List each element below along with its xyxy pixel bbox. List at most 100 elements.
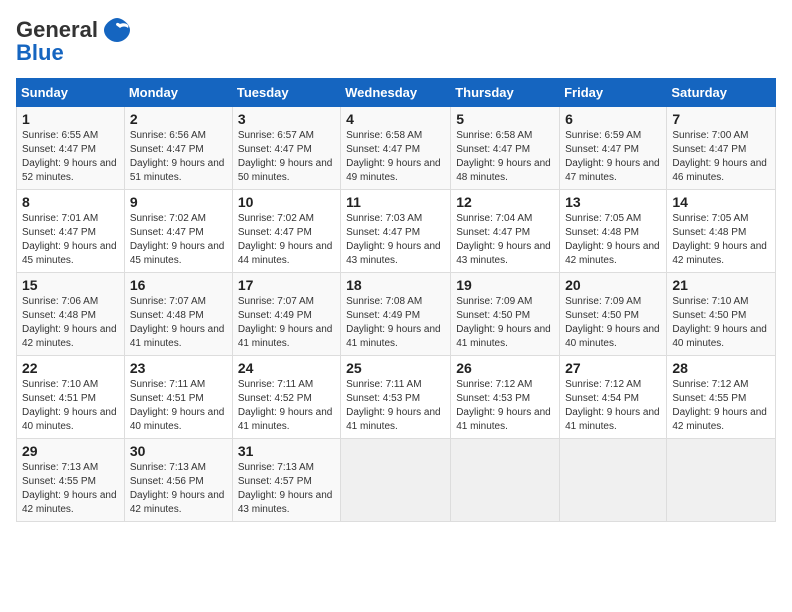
day-info: Sunrise: 7:09 AMSunset: 4:50 PMDaylight:…: [565, 296, 660, 349]
day-info: Sunrise: 7:13 AMSunset: 4:57 PMDaylight:…: [238, 462, 333, 515]
table-row: 29 Sunrise: 7:13 AMSunset: 4:55 PMDaylig…: [17, 439, 125, 522]
day-number: 17: [238, 277, 335, 293]
day-number: 16: [130, 277, 227, 293]
col-thursday: Thursday: [451, 79, 560, 107]
table-row: 13 Sunrise: 7:05 AMSunset: 4:48 PMDaylig…: [560, 190, 667, 273]
table-row: 15 Sunrise: 7:06 AMSunset: 4:48 PMDaylig…: [17, 273, 125, 356]
col-sunday: Sunday: [17, 79, 125, 107]
table-row: [451, 439, 560, 522]
table-row: 10 Sunrise: 7:02 AMSunset: 4:47 PMDaylig…: [232, 190, 340, 273]
day-number: 18: [346, 277, 445, 293]
table-row: 31 Sunrise: 7:13 AMSunset: 4:57 PMDaylig…: [232, 439, 340, 522]
calendar-week-row: 22 Sunrise: 7:10 AMSunset: 4:51 PMDaylig…: [17, 356, 776, 439]
table-row: 27 Sunrise: 7:12 AMSunset: 4:54 PMDaylig…: [560, 356, 667, 439]
day-number: 19: [456, 277, 554, 293]
day-info: Sunrise: 7:11 AMSunset: 4:51 PMDaylight:…: [130, 379, 225, 432]
day-info: Sunrise: 7:08 AMSunset: 4:49 PMDaylight:…: [346, 296, 441, 349]
day-info: Sunrise: 7:13 AMSunset: 4:56 PMDaylight:…: [130, 462, 225, 515]
calendar-header-row: Sunday Monday Tuesday Wednesday Thursday…: [17, 79, 776, 107]
table-row: 28 Sunrise: 7:12 AMSunset: 4:55 PMDaylig…: [667, 356, 776, 439]
day-info: Sunrise: 7:04 AMSunset: 4:47 PMDaylight:…: [456, 213, 551, 266]
col-friday: Friday: [560, 79, 667, 107]
table-row: 2 Sunrise: 6:56 AMSunset: 4:47 PMDayligh…: [124, 107, 232, 190]
table-row: 6 Sunrise: 6:59 AMSunset: 4:47 PMDayligh…: [560, 107, 667, 190]
day-info: Sunrise: 6:56 AMSunset: 4:47 PMDaylight:…: [130, 130, 225, 183]
day-info: Sunrise: 7:03 AMSunset: 4:47 PMDaylight:…: [346, 213, 441, 266]
day-number: 23: [130, 360, 227, 376]
day-number: 28: [672, 360, 770, 376]
day-number: 3: [238, 111, 335, 127]
day-info: Sunrise: 7:02 AMSunset: 4:47 PMDaylight:…: [130, 213, 225, 266]
table-row: [667, 439, 776, 522]
day-info: Sunrise: 7:06 AMSunset: 4:48 PMDaylight:…: [22, 296, 117, 349]
day-number: 20: [565, 277, 661, 293]
day-number: 13: [565, 194, 661, 210]
table-row: 12 Sunrise: 7:04 AMSunset: 4:47 PMDaylig…: [451, 190, 560, 273]
calendar-week-row: 15 Sunrise: 7:06 AMSunset: 4:48 PMDaylig…: [17, 273, 776, 356]
day-info: Sunrise: 7:07 AMSunset: 4:49 PMDaylight:…: [238, 296, 333, 349]
table-row: 21 Sunrise: 7:10 AMSunset: 4:50 PMDaylig…: [667, 273, 776, 356]
calendar-week-row: 1 Sunrise: 6:55 AMSunset: 4:47 PMDayligh…: [17, 107, 776, 190]
table-row: 16 Sunrise: 7:07 AMSunset: 4:48 PMDaylig…: [124, 273, 232, 356]
calendar-week-row: 29 Sunrise: 7:13 AMSunset: 4:55 PMDaylig…: [17, 439, 776, 522]
logo: General Blue: [16, 16, 132, 66]
day-info: Sunrise: 7:11 AMSunset: 4:53 PMDaylight:…: [346, 379, 441, 432]
day-info: Sunrise: 7:01 AMSunset: 4:47 PMDaylight:…: [22, 213, 117, 266]
day-number: 12: [456, 194, 554, 210]
table-row: 26 Sunrise: 7:12 AMSunset: 4:53 PMDaylig…: [451, 356, 560, 439]
day-number: 22: [22, 360, 119, 376]
day-number: 8: [22, 194, 119, 210]
col-wednesday: Wednesday: [341, 79, 451, 107]
day-info: Sunrise: 6:59 AMSunset: 4:47 PMDaylight:…: [565, 130, 660, 183]
day-info: Sunrise: 7:05 AMSunset: 4:48 PMDaylight:…: [672, 213, 767, 266]
day-info: Sunrise: 7:07 AMSunset: 4:48 PMDaylight:…: [130, 296, 225, 349]
day-info: Sunrise: 6:57 AMSunset: 4:47 PMDaylight:…: [238, 130, 333, 183]
day-number: 25: [346, 360, 445, 376]
table-row: 25 Sunrise: 7:11 AMSunset: 4:53 PMDaylig…: [341, 356, 451, 439]
calendar-body: 1 Sunrise: 6:55 AMSunset: 4:47 PMDayligh…: [17, 107, 776, 522]
logo-bird-icon: [102, 16, 132, 44]
table-row: 8 Sunrise: 7:01 AMSunset: 4:47 PMDayligh…: [17, 190, 125, 273]
day-number: 14: [672, 194, 770, 210]
day-number: 31: [238, 443, 335, 459]
col-saturday: Saturday: [667, 79, 776, 107]
table-row: 9 Sunrise: 7:02 AMSunset: 4:47 PMDayligh…: [124, 190, 232, 273]
table-row: 17 Sunrise: 7:07 AMSunset: 4:49 PMDaylig…: [232, 273, 340, 356]
day-info: Sunrise: 7:13 AMSunset: 4:55 PMDaylight:…: [22, 462, 117, 515]
day-info: Sunrise: 6:55 AMSunset: 4:47 PMDaylight:…: [22, 130, 117, 183]
calendar-week-row: 8 Sunrise: 7:01 AMSunset: 4:47 PMDayligh…: [17, 190, 776, 273]
day-number: 9: [130, 194, 227, 210]
day-info: Sunrise: 7:10 AMSunset: 4:51 PMDaylight:…: [22, 379, 117, 432]
table-row: 5 Sunrise: 6:58 AMSunset: 4:47 PMDayligh…: [451, 107, 560, 190]
day-info: Sunrise: 7:10 AMSunset: 4:50 PMDaylight:…: [672, 296, 767, 349]
day-info: Sunrise: 7:11 AMSunset: 4:52 PMDaylight:…: [238, 379, 333, 432]
col-tuesday: Tuesday: [232, 79, 340, 107]
calendar-table: Sunday Monday Tuesday Wednesday Thursday…: [16, 78, 776, 522]
day-number: 1: [22, 111, 119, 127]
table-row: 14 Sunrise: 7:05 AMSunset: 4:48 PMDaylig…: [667, 190, 776, 273]
day-number: 10: [238, 194, 335, 210]
day-info: Sunrise: 7:12 AMSunset: 4:55 PMDaylight:…: [672, 379, 767, 432]
day-info: Sunrise: 6:58 AMSunset: 4:47 PMDaylight:…: [456, 130, 551, 183]
day-number: 21: [672, 277, 770, 293]
table-row: 7 Sunrise: 7:00 AMSunset: 4:47 PMDayligh…: [667, 107, 776, 190]
day-number: 4: [346, 111, 445, 127]
table-row: [341, 439, 451, 522]
day-number: 29: [22, 443, 119, 459]
day-info: Sunrise: 7:09 AMSunset: 4:50 PMDaylight:…: [456, 296, 551, 349]
table-row: 1 Sunrise: 6:55 AMSunset: 4:47 PMDayligh…: [17, 107, 125, 190]
day-number: 2: [130, 111, 227, 127]
day-number: 24: [238, 360, 335, 376]
table-row: 3 Sunrise: 6:57 AMSunset: 4:47 PMDayligh…: [232, 107, 340, 190]
col-monday: Monday: [124, 79, 232, 107]
day-number: 11: [346, 194, 445, 210]
table-row: 18 Sunrise: 7:08 AMSunset: 4:49 PMDaylig…: [341, 273, 451, 356]
day-number: 27: [565, 360, 661, 376]
logo-blue: Blue: [16, 40, 64, 66]
table-row: 19 Sunrise: 7:09 AMSunset: 4:50 PMDaylig…: [451, 273, 560, 356]
day-number: 6: [565, 111, 661, 127]
table-row: 11 Sunrise: 7:03 AMSunset: 4:47 PMDaylig…: [341, 190, 451, 273]
table-row: 23 Sunrise: 7:11 AMSunset: 4:51 PMDaylig…: [124, 356, 232, 439]
table-row: 20 Sunrise: 7:09 AMSunset: 4:50 PMDaylig…: [560, 273, 667, 356]
table-row: 24 Sunrise: 7:11 AMSunset: 4:52 PMDaylig…: [232, 356, 340, 439]
